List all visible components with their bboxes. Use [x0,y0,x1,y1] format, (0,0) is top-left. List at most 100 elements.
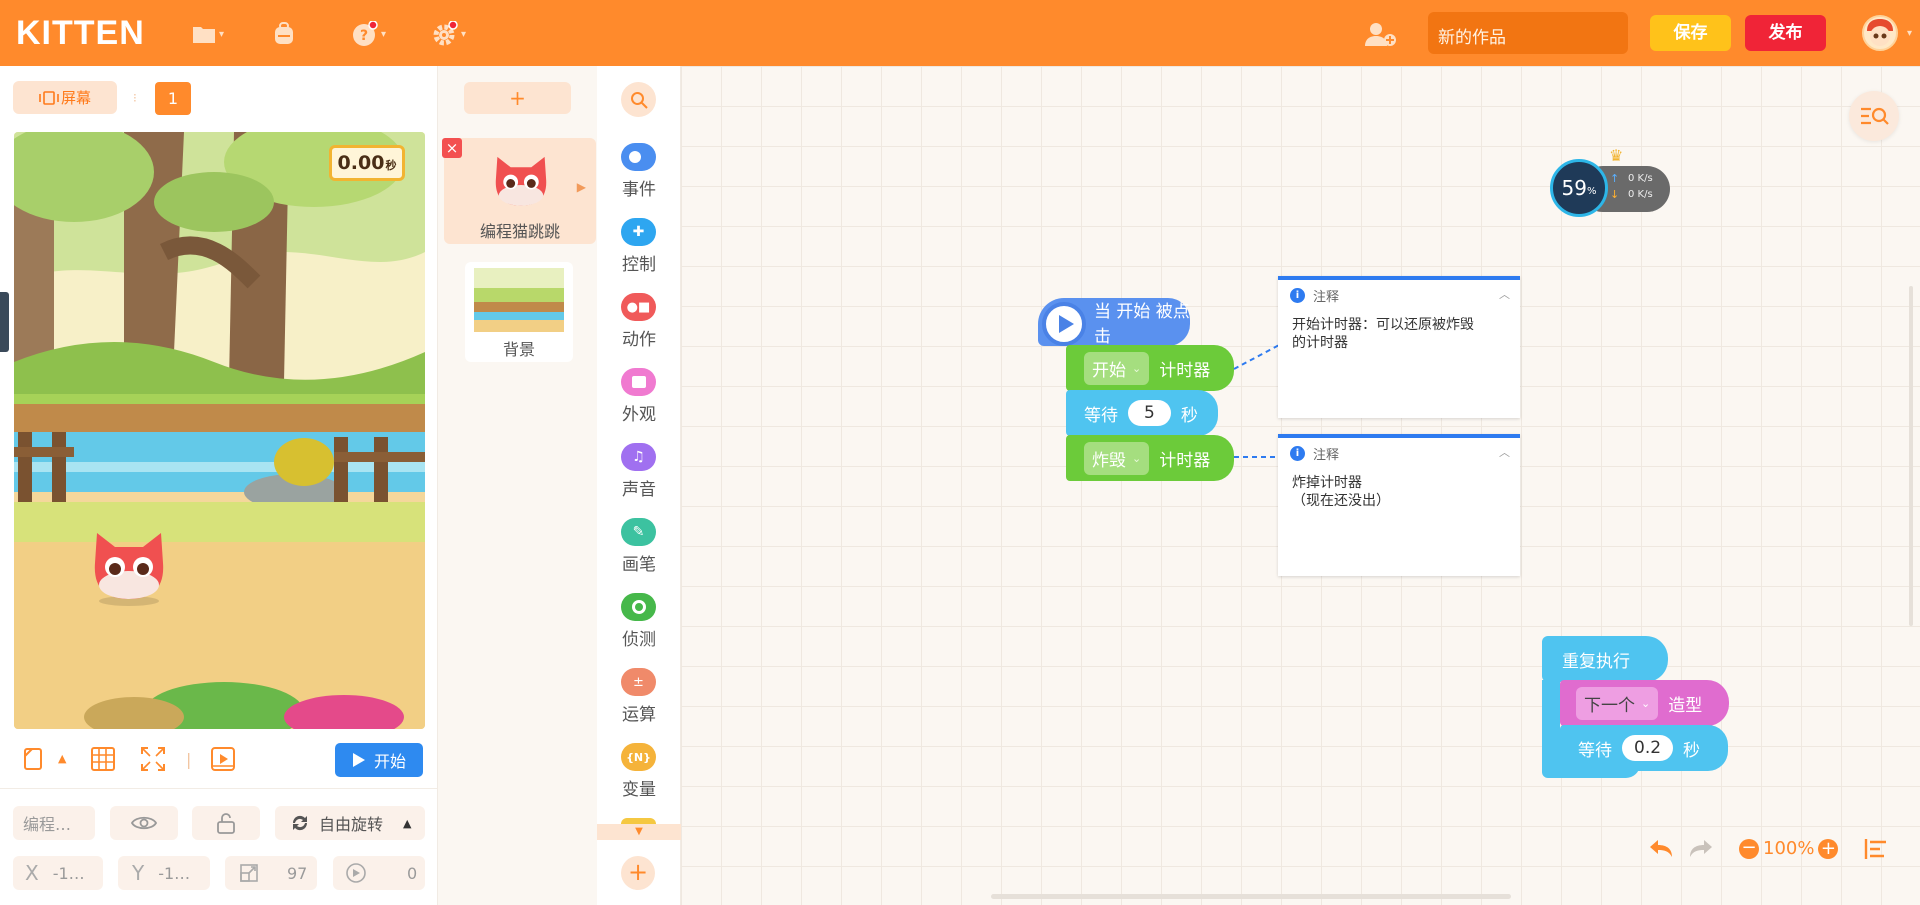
help-menu[interactable]: ? ▾ [352,20,396,48]
comment-note[interactable]: i 注释 ︿ 炸掉计时器 （现在还没出） [1278,434,1520,576]
sprite-expand-arrow[interactable]: ▶ [577,180,586,194]
user-menu-caret[interactable]: ▾ [1907,28,1912,39]
kitten-sprite-image[interactable] [87,527,171,607]
collapse-icon[interactable]: ︿ [1499,444,1510,460]
comment-text[interactable]: 炸掉计时器 （现在还没出） [1278,468,1520,516]
destroy-timer-block[interactable]: 炸毁 ⌄ 计时器 [1066,435,1234,481]
timer-action-dropdown[interactable]: 炸毁 ⌄ [1084,441,1150,475]
timer-display[interactable]: 0.00 秒 [329,145,405,181]
fullscreen-button[interactable] [140,742,166,776]
category-scroll-down[interactable]: ▼ [597,824,681,840]
stage-size-toggle[interactable]: ▲ [58,752,66,786]
svg-text:?: ? [360,28,368,44]
next-costume-block[interactable]: 下一个 ⌄ 造型 [1560,680,1729,726]
comment-text[interactable]: 开始计时器：可以还原被炸毁 的计时器 [1278,310,1520,358]
delete-sprite-button[interactable]: × [442,138,462,158]
when-start-clicked-block[interactable]: 当 开始 被点击 [1038,298,1190,347]
backpack-button[interactable] [272,20,316,48]
wait-block[interactable]: 等待 0.2 秒 [1560,725,1728,771]
category-sound[interactable]: ♫ 声音 [597,443,681,513]
publish-button[interactable]: 发布 [1745,15,1826,51]
fullscreen-icon [141,747,165,771]
screen-page-number[interactable]: 1 [155,82,191,115]
comment-note[interactable]: i 注释 ︿ 开始计时器：可以还原被炸毁 的计时器 [1278,276,1520,418]
code-workspace[interactable]: ↑ ↓ 0 K/s 0 K/s 59 % ♛ 当 开始 被点击 开始 ⌄ 计时器 … [681,66,1920,905]
chevron-down-icon: ⌄ [1132,361,1142,375]
category-pen[interactable]: ✎ 画笔 [597,518,681,588]
folder-icon [193,27,215,43]
music-icon: ♫ [621,443,656,471]
y-position-field[interactable]: Y -1… [118,856,210,890]
wait-block[interactable]: 等待 5 秒 [1066,390,1218,436]
record-button[interactable] [210,742,236,776]
direction-field[interactable]: 0 [333,856,425,890]
rotation-label: 自由旋转 [319,815,384,834]
download-arrow-icon: ↓ [1610,188,1620,201]
zoom-in-button[interactable]: + [1818,838,1839,859]
category-motion[interactable]: ●■ 动作 [597,293,681,363]
start-label: 开始 [373,752,406,771]
sprite-item-kitten[interactable]: × ▶ 编程猫跳跳 [442,138,596,244]
user-avatar[interactable] [1862,15,1898,51]
size-field[interactable]: 97 [225,856,317,890]
category-label: 外观 [622,405,656,425]
dropdown-value: 下一个 [1584,695,1635,716]
project-name-input[interactable]: 新的作品 [1428,12,1628,54]
comment-title: 注释 [1313,447,1340,463]
vertical-scrollbar[interactable] [1909,286,1913,626]
add-user-icon [1365,23,1396,46]
chevron-down-icon: ⌄ [1132,451,1142,465]
category-control[interactable]: ✚ 控制 [597,218,681,288]
shirt-icon [621,368,656,396]
visibility-toggle[interactable] [110,806,178,840]
collaborate-button[interactable] [1364,20,1408,48]
workspace-search-button[interactable] [1849,91,1899,141]
undo-button[interactable] [1648,838,1674,860]
start-timer-block[interactable]: 开始 ⌄ 计时器 [1066,345,1234,391]
zoom-out-button[interactable]: − [1739,838,1759,859]
settings-menu[interactable]: ▾ [432,20,476,48]
wait-seconds-input[interactable]: 5 [1128,400,1171,426]
network-speed-widget[interactable]: 59 % [1550,159,1608,217]
save-button[interactable]: 保存 [1650,15,1731,51]
costume-dropdown[interactable]: 下一个 ⌄ [1576,686,1659,720]
stage-rotate-button[interactable] [22,742,46,776]
side-drawer-handle[interactable] [0,292,9,352]
rotation-mode-select[interactable]: 自由旋转 ▲ [275,806,425,840]
lock-toggle[interactable] [192,806,260,840]
category-sensing[interactable]: 侦测 [597,593,681,663]
block-search-button[interactable] [621,82,656,117]
repeat-label: 重复执行 [1562,651,1630,672]
x-position-field[interactable]: X -1… [13,856,103,890]
wait-label: 等待 [1084,405,1118,426]
avatar-icon [1867,19,1893,46]
screen-button[interactable]: 屏幕 [13,81,117,114]
category-label: 动作 [622,330,656,350]
file-menu[interactable]: ▾ [192,20,236,48]
collapse-icon[interactable]: ︿ [1499,286,1510,302]
category-variables[interactable]: {N} 变量 [597,743,681,813]
panel-divider [0,788,437,789]
grid-button[interactable] [90,742,116,776]
comment-header: i 注释 ︿ [1278,438,1520,468]
stage-canvas[interactable]: 0.00 秒 [14,132,425,729]
horizontal-scrollbar[interactable] [991,894,1511,899]
screen-label: 屏幕 [60,89,91,107]
add-sprite-button[interactable]: + [464,82,571,114]
category-operators[interactable]: ± 运算 [597,668,681,738]
timer-action-dropdown[interactable]: 开始 ⌄ [1084,351,1150,385]
start-button[interactable]: 开始 [335,743,423,777]
wait-seconds-input[interactable]: 0.2 [1622,735,1674,761]
sprite-item-background[interactable]: 背景 [465,262,573,362]
redo-button[interactable] [1688,838,1714,860]
costume-label: 造型 [1668,695,1703,716]
top-bar: KITTEN ▾ ? ▾ ▾ 新的作品 保存 发布 ▾ [0,0,1920,66]
sprite-name-field[interactable]: 编程… [13,806,95,840]
category-looks[interactable]: 外观 [597,368,681,438]
category-events[interactable]: 事件 [597,143,681,213]
add-extension-button[interactable]: + [621,856,655,890]
repeat-forever-block[interactable]: 重复执行 [1542,636,1668,682]
chevron-down-icon: ⌄ [1641,696,1651,710]
arrange-blocks-button[interactable] [1864,838,1888,860]
backpack-icon [275,22,293,44]
